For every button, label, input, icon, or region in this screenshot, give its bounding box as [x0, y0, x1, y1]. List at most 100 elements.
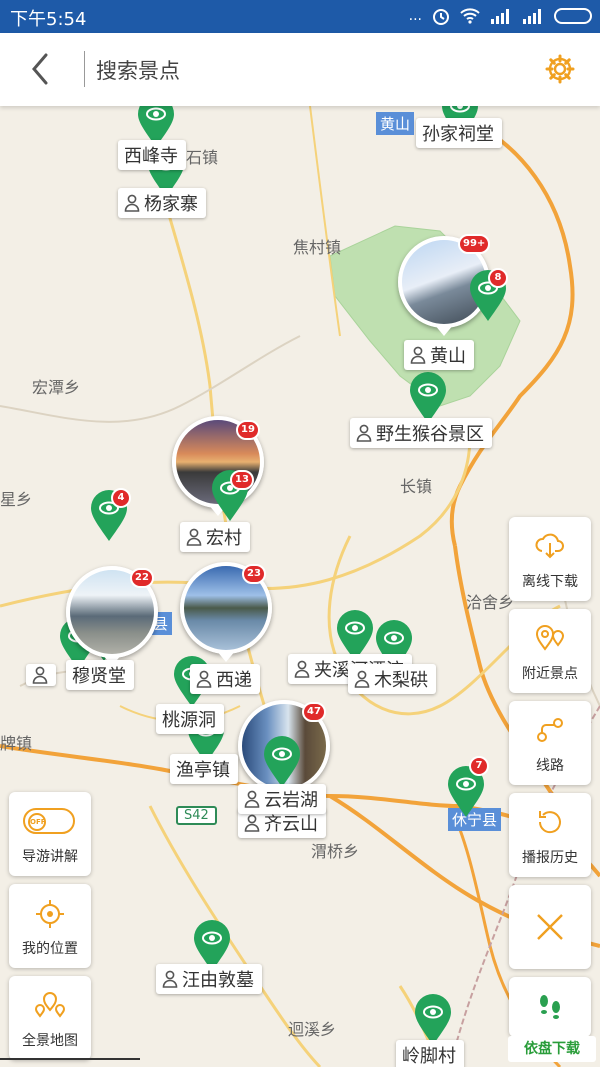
watermark-logo: 依盘下载	[508, 1036, 596, 1062]
label-text: 木梨硔	[374, 670, 428, 691]
broadcast-history-label: 播报历史	[522, 850, 578, 866]
label-text: 宏村	[206, 528, 242, 549]
route-button[interactable]: 线路	[509, 701, 591, 785]
label-text: 桃源洞	[162, 710, 216, 731]
label-lingjiao[interactable]: 岭脚村	[396, 1040, 464, 1067]
footsteps-icon	[540, 995, 560, 1019]
route-icon	[537, 718, 563, 742]
place-pai-zhen: 牌镇	[0, 734, 33, 753]
nearby-pins-icon	[535, 625, 565, 651]
person-icon	[244, 790, 260, 808]
label-wangyou[interactable]: 汪由敦墓	[156, 964, 262, 994]
place-xing-xiang: 星乡	[0, 490, 33, 509]
photo-count-badge: 23	[242, 564, 266, 584]
spot-pin-yesheng[interactable]	[408, 372, 448, 424]
person-icon	[354, 670, 370, 688]
panorama-map-button[interactable]: 全景地图	[9, 976, 91, 1060]
label-text: 岭脚村	[402, 1046, 456, 1067]
person-icon	[196, 670, 212, 688]
toggle-off-switch[interactable]: OFF	[23, 808, 75, 834]
person-icon	[124, 194, 140, 212]
spot-pin-lingjiao[interactable]	[413, 994, 453, 1046]
guide-narration-label: 导游讲解	[22, 849, 78, 865]
label-text: 野生猴谷景区	[376, 424, 484, 445]
spot-pin-yunyan[interactable]	[262, 736, 302, 788]
road-s42-shield: S42	[176, 806, 217, 825]
place-jiao-cun: 焦村镇	[293, 238, 342, 257]
photo-count-badge: 47	[302, 702, 326, 722]
place-shi-zhen: 石镇	[186, 148, 219, 167]
place-qia-she: 洽舍乡	[466, 593, 515, 612]
crosshair-icon	[36, 900, 64, 928]
history-icon	[538, 811, 561, 834]
pin-count-badge: 7	[469, 756, 489, 776]
status-icons: ...	[409, 7, 592, 25]
search-spots-field[interactable]: 搜索景点	[96, 55, 180, 85]
label-muli[interactable]: 木梨硔	[348, 664, 436, 694]
label-xidi[interactable]: 西递	[190, 664, 260, 694]
photo-count-badge: 99+	[458, 234, 491, 254]
broadcast-history-button[interactable]: 播报历史	[509, 793, 591, 877]
person-icon	[294, 660, 310, 678]
photo-count-badge: 22	[130, 568, 154, 588]
status-bar: 下午5:54 ...	[0, 0, 600, 33]
place-hui-xi: 迴溪乡	[288, 1020, 337, 1039]
label-xifeng[interactable]: 西峰寺	[118, 140, 186, 170]
pin-count-badge: 13	[230, 470, 254, 490]
label-yangjiazhai[interactable]: 杨家寨	[118, 188, 206, 218]
label-huangshan[interactable]: 黄山	[404, 340, 474, 370]
alarm-icon	[433, 9, 449, 25]
label-text: 西峰寺	[124, 146, 178, 167]
pin-count-badge: 8	[488, 268, 508, 288]
label-yunyan[interactable]: 云岩湖	[238, 784, 326, 814]
person-icon	[162, 970, 178, 988]
signal-icon-2	[523, 9, 541, 24]
photo-count-badge: 19	[236, 420, 260, 440]
photo-bubble-tail	[434, 324, 454, 336]
header-divider	[84, 51, 85, 87]
my-location-button[interactable]: 我的位置	[9, 884, 91, 968]
map-pins-icon	[34, 992, 66, 1018]
place-wei-qiao: 渭桥乡	[311, 842, 360, 861]
nearby-spots-button[interactable]: 附近景点	[509, 609, 591, 693]
cloud-download-icon	[535, 533, 564, 559]
town-huangshan: 黄山	[376, 112, 415, 135]
person-icon	[32, 666, 48, 684]
pin-count-badge: 4	[111, 488, 131, 508]
gear-icon[interactable]	[544, 53, 576, 85]
label-text: 云岩湖	[264, 790, 318, 811]
label-text: 黄山	[430, 346, 466, 367]
label-sunjia[interactable]: 孙家祠堂	[416, 118, 502, 148]
place-chang-zhen: 长镇	[400, 477, 433, 496]
chevron-left-icon[interactable]	[24, 49, 60, 89]
offline-download-button[interactable]: 离线下载	[509, 517, 591, 601]
photo-bubble-tail	[216, 650, 236, 662]
label-yuting[interactable]: 渔亭镇	[170, 754, 238, 784]
wifi-icon	[460, 8, 480, 24]
label-muxian[interactable]: 穆贤堂	[66, 660, 134, 690]
signal-icon	[491, 9, 509, 24]
label-text: 孙家祠堂	[422, 124, 494, 145]
label-text: 穆贤堂	[72, 666, 126, 687]
guide-narration-toggle[interactable]: OFF 导游讲解	[9, 792, 91, 876]
place-hong-tan: 宏潭乡	[32, 378, 81, 397]
toggle-off-text: OFF	[28, 813, 46, 831]
label-muxian-stub[interactable]	[26, 664, 56, 686]
route-label: 线路	[536, 758, 564, 774]
more-dots-icon: ...	[408, 8, 422, 24]
label-text: 渔亭镇	[176, 760, 230, 781]
label-text: 杨家寨	[144, 194, 198, 215]
footsteps-button[interactable]	[509, 977, 591, 1037]
label-taoyuan[interactable]: 桃源洞	[156, 704, 224, 734]
app-header: 搜索景点	[0, 33, 600, 106]
battery-icon	[554, 8, 592, 24]
scale-bar	[0, 1058, 140, 1060]
person-icon	[410, 346, 426, 364]
label-hongcun[interactable]: 宏村	[180, 522, 250, 552]
label-text: 汪由敦墓	[182, 970, 254, 991]
close-icon	[537, 914, 563, 940]
label-yesheng[interactable]: 野生猴谷景区	[350, 418, 492, 448]
panorama-map-label: 全景地图	[22, 1033, 78, 1049]
person-icon	[244, 814, 260, 832]
close-button[interactable]	[509, 885, 591, 969]
